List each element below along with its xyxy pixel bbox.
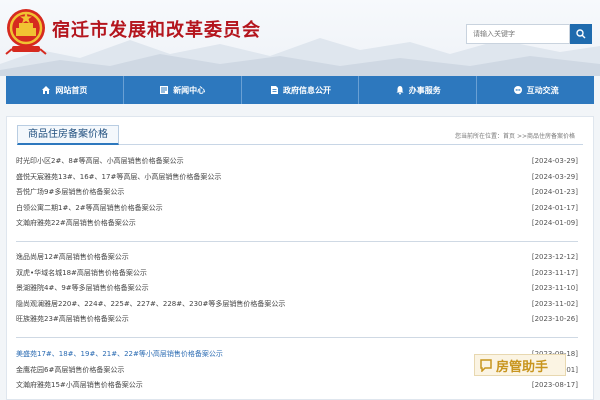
nav-item-news[interactable]: 新闻中心 <box>124 76 242 104</box>
item-date: [2024-03-29] <box>531 172 578 181</box>
item-title-link[interactable]: 隐尚观澜雅居220#、224#、225#、227#、228#、230#等多层销售… <box>16 297 285 313</box>
item-date: [2023-11-10] <box>531 284 578 292</box>
item-date: [2024-01-23] <box>531 188 578 196</box>
item-date: [2023-11-17] <box>531 268 578 277</box>
nav-label: 政府信息公开 <box>282 85 331 95</box>
item-title-link[interactable]: 金鹰花园6#高层销售价格备案公示 <box>16 363 124 379</box>
national-emblem-icon <box>5 9 47 55</box>
site-title: 宿迁市发展和改革委员会 <box>52 20 261 41</box>
nav-label: 网站首页 <box>55 85 88 95</box>
item-date: [2024-01-17] <box>531 203 578 212</box>
search-box <box>466 24 592 44</box>
search-input[interactable] <box>466 24 570 44</box>
list-group: 逸品尚居12#高层销售价格备案公示 [2023-12-12] 双虎•华域名城18#… <box>16 250 578 328</box>
divider <box>16 337 578 338</box>
item-title-link[interactable]: 文瀚府雅苑15#小高层销售价格备案公示 <box>16 378 143 394</box>
list-item[interactable]: 逸品尚居12#高层销售价格备案公示 [2023-12-12] <box>16 250 578 266</box>
section-header: 商品住房备案价格 您当前所在位置：首页 >>商品住房备案价格 <box>17 125 583 145</box>
list-item[interactable]: 文瀚府雅苑15#小高层销售价格备案公示 [2023-08-17] <box>16 378 578 394</box>
list-item[interactable]: 白领公寓二期1#、2#等高层销售价格备案公示 [2024-01-17] <box>16 201 578 217</box>
list-item[interactable]: 景湖雅院4#、9#等多层销售价格备案公示 [2023-11-10] <box>16 281 578 297</box>
item-title-link[interactable]: 盛悦天宸雅苑13#、16#、17#等高层、小高层销售价格备案公示 <box>16 170 221 186</box>
item-date: [2023-08-17] <box>531 381 578 389</box>
house-chat-icon <box>480 359 492 372</box>
nav-label: 新闻中心 <box>173 85 206 95</box>
item-title-link[interactable]: 逸品尚居12#高层销售价格备案公示 <box>16 250 129 266</box>
nav-label: 互动交流 <box>526 85 559 95</box>
home-icon <box>42 86 51 94</box>
nav-item-services[interactable]: 办事服务 <box>359 76 478 104</box>
item-date: [2024-01-09] <box>531 219 578 227</box>
list-item[interactable]: 隐尚观澜雅居220#、224#、225#、227#、228#、230#等多层销售… <box>16 297 578 313</box>
list-item[interactable]: 吾悦广场9#多层销售价格备案公示 [2024-01-23] <box>16 185 578 201</box>
watermark-badge: 房管助手 <box>474 354 566 376</box>
item-date: [2023-12-12] <box>531 253 578 261</box>
list-item[interactable]: 旺族雅苑23#高层销售价格备案公示 [2023-10-26] <box>16 312 578 328</box>
nav-item-home[interactable]: 网站首页 <box>6 76 124 104</box>
nav-item-gov-info[interactable]: 政府信息公开 <box>242 76 360 104</box>
bell-icon <box>396 86 404 95</box>
search-icon <box>576 29 586 39</box>
document-icon <box>270 86 278 94</box>
list-item[interactable]: 文瀚府雅苑22#高层销售价格备案公示 [2024-01-09] <box>16 216 578 232</box>
item-title-link[interactable]: 旺族雅苑23#高层销售价格备案公示 <box>16 312 129 328</box>
list-item[interactable]: 双虎•华域名城18#高层销售价格备案公示 [2023-11-17] <box>16 266 578 282</box>
watermark-text: 房管助手 <box>496 359 549 375</box>
item-title-link[interactable]: 白领公寓二期1#、2#等高层销售价格备案公示 <box>16 201 163 217</box>
main-nav: 网站首页 新闻中心 政府信息公开 办事服务 互动交流 <box>6 76 594 104</box>
item-title-link[interactable]: 双虎•华域名城18#高层销售价格备案公示 <box>16 266 147 282</box>
search-button[interactable] <box>570 24 592 44</box>
nav-label: 办事服务 <box>408 85 441 95</box>
item-title-link[interactable]: 时光印小区2#、8#等高层、小高层销售价格备案公示 <box>16 154 184 170</box>
site-header: 宿迁市发展和改革委员会 <box>0 0 600 76</box>
nav-item-interaction[interactable]: 互动交流 <box>477 76 594 104</box>
list-item[interactable]: 时光印小区2#、8#等高层、小高层销售价格备案公示 [2024-03-29] <box>16 154 578 170</box>
breadcrumb: 您当前所在位置：首页 >>商品住房备案价格 <box>455 133 575 140</box>
item-date: [2024-03-29] <box>531 157 578 165</box>
list-item[interactable]: 盛悦天宸雅苑13#、16#、17#等高层、小高层销售价格备案公示 [2024-03… <box>16 170 578 186</box>
list-group: 时光印小区2#、8#等高层、小高层销售价格备案公示 [2024-03-29] 盛悦… <box>16 154 578 232</box>
item-date: [2023-10-26] <box>531 315 578 323</box>
item-date: [2023-11-02] <box>531 299 578 308</box>
chat-icon <box>513 86 522 94</box>
item-title-link[interactable]: 文瀚府雅苑22#高层销售价格备案公示 <box>16 216 136 232</box>
item-title-link[interactable]: 吾悦广场9#多层销售价格备案公示 <box>16 185 124 201</box>
item-title-link[interactable]: 美盛苑17#、18#、19#、21#、22#等小高层销售价格备案公示 <box>16 347 223 363</box>
news-icon <box>160 86 169 94</box>
item-title-link[interactable]: 景湖雅院4#、9#等多层销售价格备案公示 <box>16 281 149 297</box>
divider <box>16 241 578 242</box>
section-title: 商品住房备案价格 <box>17 125 119 145</box>
